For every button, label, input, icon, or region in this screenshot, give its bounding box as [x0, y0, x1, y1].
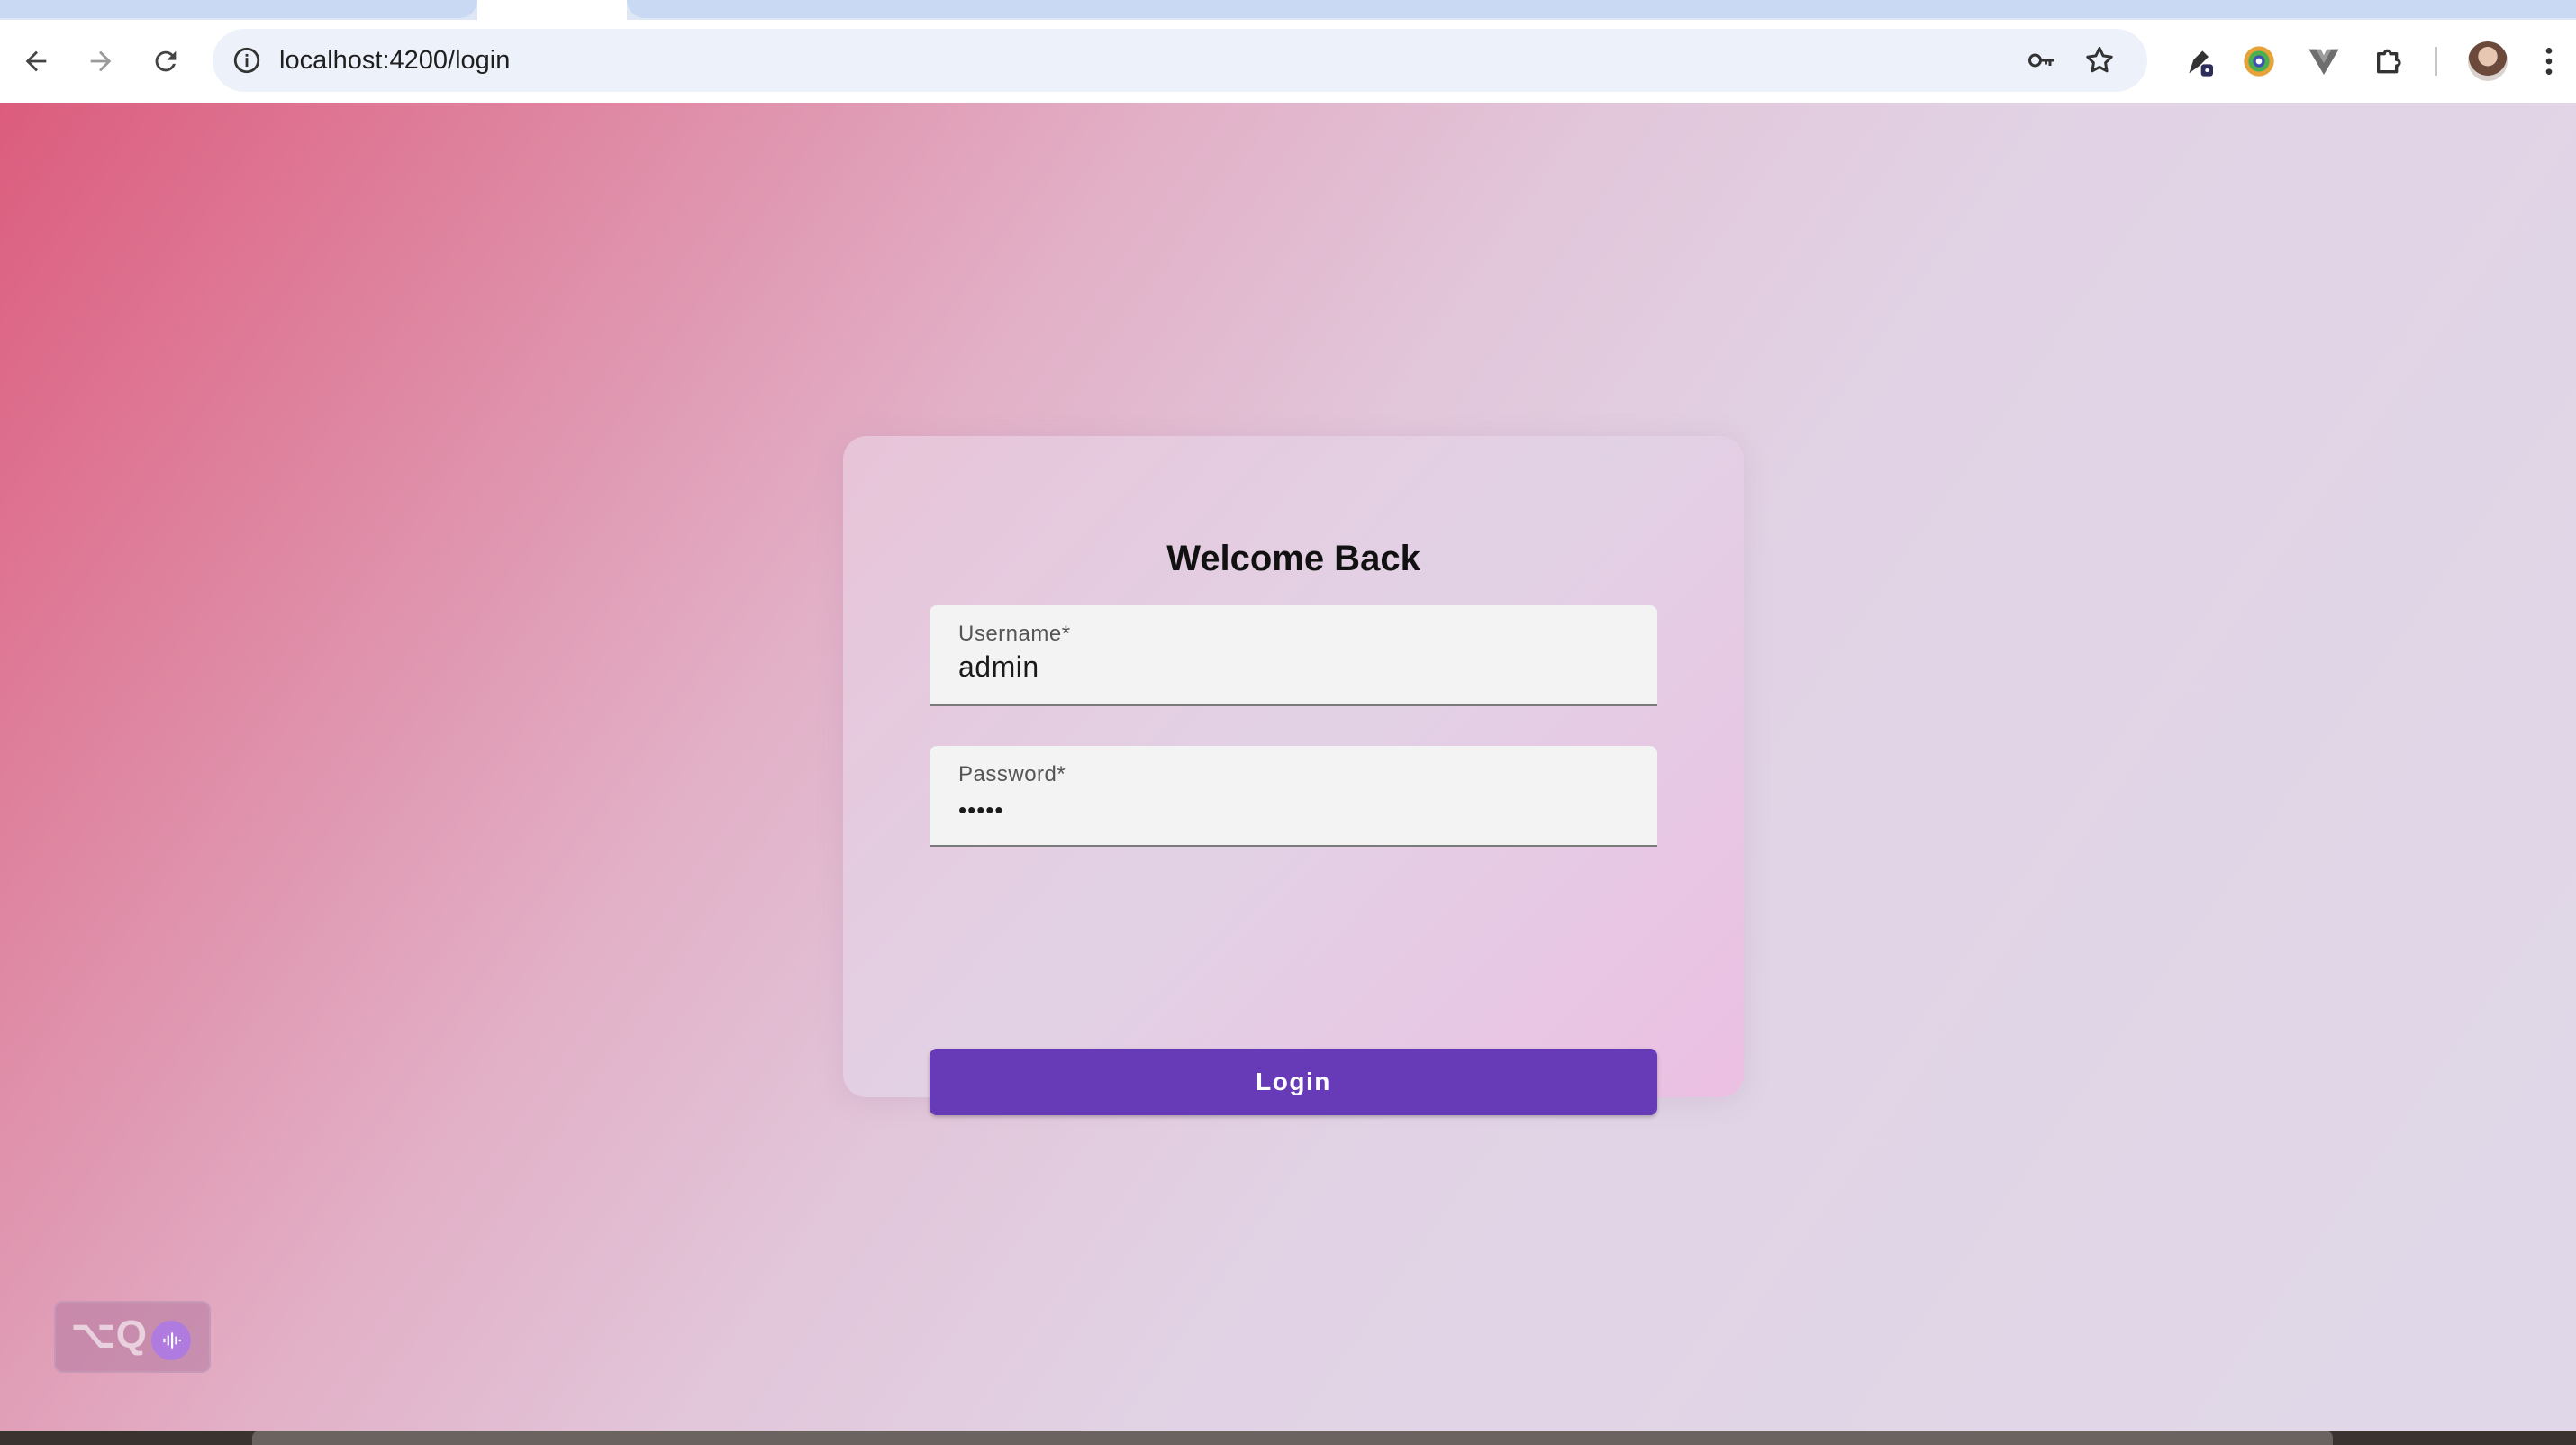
login-card: Welcome Back Username* admin Password* •… [843, 436, 1744, 1115]
back-button[interactable] [13, 38, 59, 85]
forward-arrow-icon [90, 50, 112, 72]
shortcut-overlay[interactable]: ⌥Q [54, 1301, 211, 1373]
page-title: Welcome Back [1166, 539, 1420, 578]
password-label: Password* [958, 762, 1066, 786]
browser-toolbar: localhost:4200/login [0, 20, 2576, 103]
toolbar-separator [2435, 47, 2437, 76]
url-text[interactable]: localhost:4200/login [279, 29, 510, 92]
reload-button[interactable] [142, 38, 189, 85]
password-input[interactable]: ••••• [958, 796, 1004, 824]
password-field[interactable]: Password* ••••• [930, 746, 1657, 847]
audio-wave-icon[interactable] [151, 1321, 191, 1360]
back-arrow-icon [25, 50, 47, 72]
tab-strip [0, 0, 2576, 20]
color-picker-icon[interactable] [2237, 40, 2281, 83]
vue-icon[interactable] [2302, 40, 2345, 83]
forward-button[interactable] [77, 38, 124, 85]
puzzle-icon[interactable] [2369, 40, 2412, 83]
tab-active[interactable] [477, 0, 627, 20]
username-field[interactable]: Username* admin [930, 605, 1657, 706]
menu-icon[interactable] [2527, 40, 2571, 83]
avatar[interactable] [2468, 41, 2508, 81]
tab-inactive-right[interactable] [627, 0, 2576, 18]
extension-icon[interactable] [2178, 40, 2221, 83]
bookmark-star-icon[interactable] [2081, 41, 2118, 79]
browser-window: localhost:4200/login Welcome Back Userna… [0, 0, 2576, 1445]
page-viewport: Welcome Back Username* admin Password* •… [0, 103, 2576, 1431]
address-bar[interactable]: localhost:4200/login [213, 29, 2147, 92]
username-label: Username* [958, 622, 1071, 646]
password-key-icon[interactable] [2023, 41, 2061, 79]
shortcut-text: ⌥Q [70, 1313, 147, 1357]
username-input[interactable]: admin [958, 650, 1039, 684]
reload-icon [155, 50, 177, 72]
tab-inactive-left[interactable] [0, 0, 477, 18]
os-dock [0, 1431, 2576, 1445]
site-info-icon[interactable] [227, 41, 267, 80]
dock-shelf [252, 1431, 2333, 1445]
login-button[interactable]: Login [930, 1049, 1657, 1115]
